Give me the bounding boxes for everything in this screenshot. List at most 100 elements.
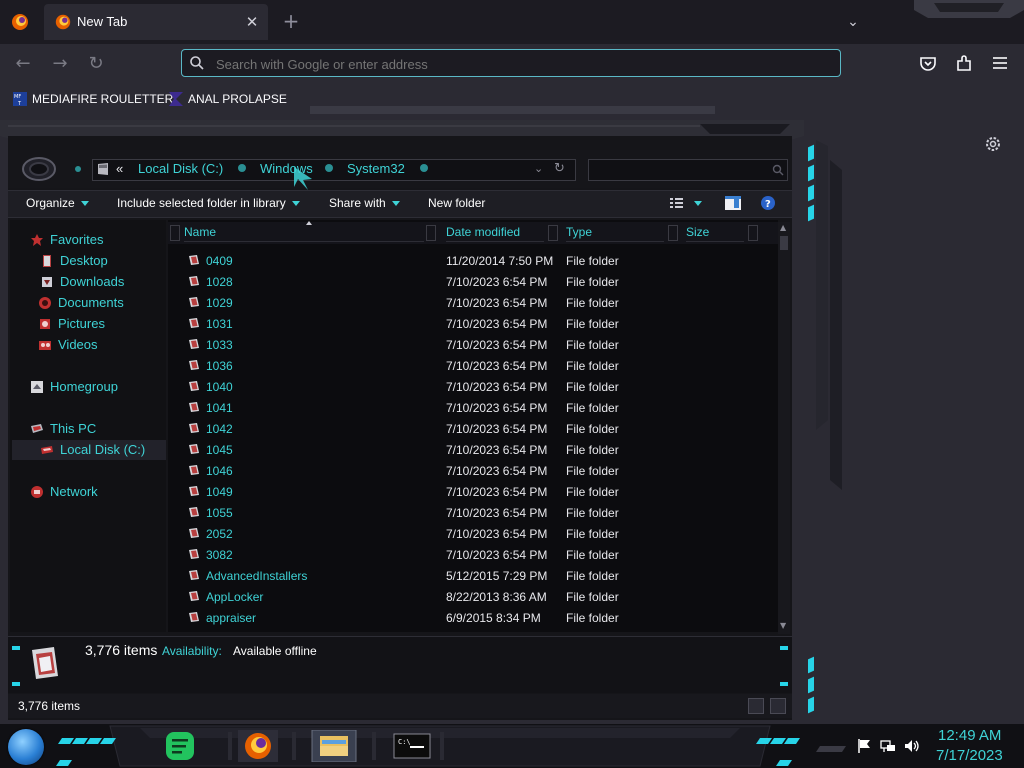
breadcrumb-overflow[interactable]: « bbox=[116, 161, 123, 176]
table-row[interactable]: 0409 11/20/2014 7:50 PM File folder bbox=[168, 251, 778, 272]
clock-date[interactable]: 7/17/2023 bbox=[936, 747, 1003, 764]
svg-text:?: ? bbox=[765, 199, 771, 210]
table-row[interactable]: AdvancedInstallers 5/12/2015 7:29 PM File … bbox=[168, 566, 778, 587]
settings-gear-icon[interactable] bbox=[984, 135, 1002, 153]
recent-pages-dot-icon[interactable] bbox=[75, 166, 81, 172]
notes-app-icon[interactable] bbox=[156, 730, 204, 762]
folder-icon bbox=[189, 360, 199, 370]
action-center-flag-icon[interactable] bbox=[856, 738, 872, 754]
breadcrumb-separator-icon[interactable] bbox=[420, 164, 428, 172]
nav-downloads[interactable]: Downloads bbox=[40, 274, 124, 289]
breadcrumb-separator-icon[interactable] bbox=[238, 164, 246, 172]
column-grip[interactable] bbox=[748, 225, 758, 241]
file-type: File folder bbox=[566, 464, 619, 478]
column-grip[interactable] bbox=[668, 225, 678, 241]
extensions-icon[interactable] bbox=[954, 53, 974, 73]
address-bar[interactable] bbox=[181, 49, 841, 77]
table-row[interactable]: AppLocker 8/22/2013 8:36 AM File folder bbox=[168, 587, 778, 608]
change-view-icon[interactable] bbox=[668, 196, 708, 210]
close-tab-icon[interactable]: ✕ bbox=[242, 12, 262, 32]
search-icon bbox=[190, 56, 204, 70]
folder-icon bbox=[189, 444, 199, 454]
nav-desktop[interactable]: Desktop bbox=[40, 253, 108, 268]
file-date-modified: 7/10/2023 6:54 PM bbox=[446, 338, 548, 352]
column-header-date-modified[interactable]: Date modified bbox=[446, 225, 544, 242]
nav-favorites[interactable]: Favorites bbox=[30, 232, 103, 247]
file-explorer-icon[interactable] bbox=[310, 730, 358, 762]
large-icons-view-icon[interactable] bbox=[770, 698, 786, 714]
bookmark-label: ANAL PROLAPSE bbox=[188, 92, 287, 106]
organize-button[interactable]: Organize bbox=[26, 196, 89, 210]
nav-videos[interactable]: Videos bbox=[38, 337, 98, 352]
column-header-type[interactable]: Type bbox=[566, 225, 664, 242]
url-input[interactable] bbox=[214, 53, 818, 75]
vertical-scrollbar[interactable]: ▲ ▼ bbox=[778, 222, 790, 634]
column-header-name[interactable]: Name bbox=[184, 225, 424, 242]
table-row[interactable]: 1045 7/10/2023 6:54 PM File folder bbox=[168, 440, 778, 461]
breadcrumb-separator-icon[interactable] bbox=[325, 164, 333, 172]
scroll-thumb[interactable] bbox=[780, 236, 788, 250]
table-row[interactable]: 1042 7/10/2023 6:54 PM File folder bbox=[168, 419, 778, 440]
column-grip[interactable] bbox=[548, 225, 558, 241]
nav-homegroup[interactable]: Homegroup bbox=[30, 379, 118, 394]
scroll-up-icon[interactable]: ▲ bbox=[780, 224, 788, 232]
volume-icon[interactable] bbox=[904, 738, 920, 754]
tab-new-tab[interactable]: New Tab ✕ bbox=[44, 4, 268, 40]
table-row[interactable]: 1031 7/10/2023 6:54 PM File folder bbox=[168, 314, 778, 335]
breadcrumb-system32[interactable]: System32 bbox=[347, 161, 405, 176]
pocket-icon[interactable] bbox=[918, 53, 938, 73]
table-row[interactable]: 1046 7/10/2023 6:54 PM File folder bbox=[168, 461, 778, 482]
nav-local-disk[interactable]: Local Disk (C:) bbox=[40, 442, 145, 457]
table-row[interactable]: 1028 7/10/2023 6:54 PM File folder bbox=[168, 272, 778, 293]
nav-documents[interactable]: Documents bbox=[38, 295, 124, 310]
table-row[interactable]: 1033 7/10/2023 6:54 PM File folder bbox=[168, 335, 778, 356]
scroll-down-icon[interactable]: ▼ bbox=[780, 622, 788, 630]
table-row[interactable]: 1040 7/10/2023 6:54 PM File folder bbox=[168, 377, 778, 398]
file-type: File folder bbox=[566, 296, 619, 310]
share-with-button[interactable]: Share with bbox=[329, 196, 400, 210]
nav-network[interactable]: Network bbox=[30, 484, 98, 499]
start-button[interactable] bbox=[8, 729, 44, 765]
column-header-size[interactable]: Size bbox=[686, 225, 744, 242]
command-prompt-icon[interactable]: C:\ bbox=[388, 730, 436, 762]
search-input[interactable] bbox=[588, 159, 788, 181]
folder-icon bbox=[189, 549, 199, 559]
table-row[interactable]: 3082 7/10/2023 6:54 PM File folder bbox=[168, 545, 778, 566]
address-dropdown-icon[interactable]: ⌄ bbox=[534, 162, 543, 175]
column-grip[interactable] bbox=[170, 225, 180, 241]
svg-text:C:\: C:\ bbox=[398, 738, 411, 746]
include-in-library-button[interactable]: Include selected folder in library bbox=[117, 196, 300, 210]
new-folder-button[interactable]: New folder bbox=[428, 196, 485, 210]
back-arrow-icon[interactable]: ← bbox=[12, 53, 34, 75]
table-row[interactable]: 2052 7/10/2023 6:54 PM File folder bbox=[168, 524, 778, 545]
network-tray-icon[interactable] bbox=[880, 738, 896, 754]
details-view-icon[interactable] bbox=[748, 698, 764, 714]
column-grip[interactable] bbox=[426, 225, 436, 241]
file-type: File folder bbox=[566, 590, 619, 604]
table-row[interactable]: 1036 7/10/2023 6:54 PM File folder bbox=[168, 356, 778, 377]
refresh-icon[interactable]: ↻ bbox=[554, 161, 565, 176]
organize-label: Organize bbox=[26, 196, 75, 210]
new-tab-button[interactable]: + bbox=[280, 10, 302, 32]
breadcrumb-local-disk[interactable]: Local Disk (C:) bbox=[138, 161, 223, 176]
table-row[interactable]: 1041 7/10/2023 6:54 PM File folder bbox=[168, 398, 778, 419]
table-row[interactable]: 1049 7/10/2023 6:54 PM File folder bbox=[168, 482, 778, 503]
nav-label: Homegroup bbox=[50, 379, 118, 394]
reload-icon[interactable]: ↻ bbox=[85, 53, 107, 75]
nav-pictures[interactable]: Pictures bbox=[38, 316, 105, 331]
clock-time[interactable]: 12:49 AM bbox=[938, 727, 1001, 744]
preview-pane-icon[interactable] bbox=[724, 195, 742, 211]
back-forward-orb-icon[interactable] bbox=[22, 156, 56, 182]
help-icon[interactable]: ? bbox=[760, 195, 776, 211]
table-row[interactable]: appraiser 6/9/2015 8:34 PM File folder bbox=[168, 608, 778, 629]
menu-hamburger-icon[interactable] bbox=[990, 53, 1010, 73]
firefox-icon[interactable] bbox=[10, 12, 30, 32]
firefox-icon[interactable] bbox=[234, 730, 282, 762]
list-all-tabs-chevron-icon[interactable]: ⌄ bbox=[842, 11, 864, 33]
table-row[interactable]: 1055 7/10/2023 6:54 PM File folder bbox=[168, 503, 778, 524]
tab-title: New Tab bbox=[77, 14, 128, 29]
forward-arrow-icon[interactable]: → bbox=[49, 53, 71, 75]
nav-this-pc[interactable]: This PC bbox=[30, 421, 96, 436]
table-row[interactable]: 1029 7/10/2023 6:54 PM File folder bbox=[168, 293, 778, 314]
bookmark-label: MEDIAFIRE ROULETTER bbox=[32, 92, 174, 106]
